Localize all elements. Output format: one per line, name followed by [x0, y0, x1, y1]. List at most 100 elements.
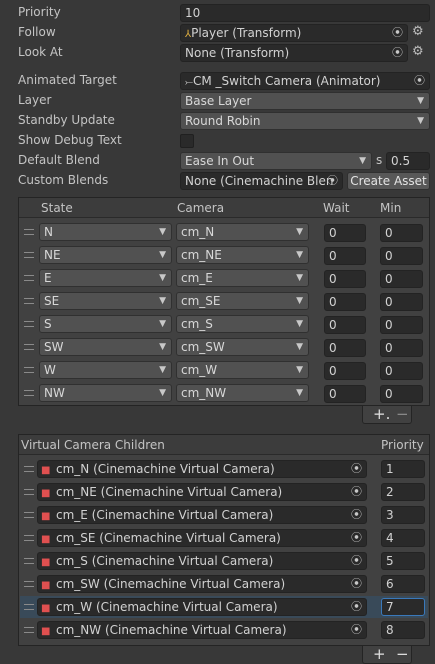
wait-field[interactable]: 0 [324, 270, 366, 288]
custom-blends-field[interactable]: None (Cinemachine Blen ⦿ [180, 172, 343, 190]
object-picker-icon[interactable]: ⦿ [350, 531, 363, 544]
object-picker-icon[interactable]: ⦿ [350, 485, 363, 498]
priority-field[interactable]: 8 [381, 621, 425, 639]
camera-dropdown[interactable]: cm_SW ▼ [176, 338, 309, 356]
virtual-camera-field[interactable]: ■ cm_SW (Cinemachine Virtual Camera) ⦿ [37, 575, 367, 593]
drag-handle-icon[interactable] [24, 321, 34, 327]
priority-field[interactable]: 7 [381, 598, 425, 616]
camera-dropdown[interactable]: cm_SE ▼ [176, 292, 309, 310]
min-field[interactable]: 0 [380, 247, 423, 265]
camera-dropdown[interactable]: cm_NE ▼ [176, 246, 309, 264]
virtual-camera-field[interactable]: ■ cm_N (Cinemachine Virtual Camera) ⦿ [37, 460, 367, 478]
layer-dropdown[interactable]: Base Layer ▼ [180, 92, 430, 110]
min-field[interactable]: 0 [380, 270, 423, 288]
min-field[interactable]: 0 [380, 293, 423, 311]
state-dropdown[interactable]: N ▼ [39, 223, 172, 241]
state-dropdown[interactable]: E ▼ [39, 269, 172, 287]
min-field[interactable]: 0 [380, 224, 423, 242]
wait-field[interactable]: 0 [324, 224, 366, 242]
state-dropdown[interactable]: S ▼ [39, 315, 172, 333]
state-dropdown[interactable]: NW ▼ [39, 384, 172, 402]
object-picker-icon[interactable]: ⦿ [326, 174, 339, 187]
virtual-camera-field[interactable]: ■ cm_E (Cinemachine Virtual Camera) ⦿ [37, 506, 367, 524]
priority-field[interactable]: 5 [381, 552, 425, 570]
child-row[interactable]: ■ cm_SW (Cinemachine Virtual Camera) ⦿ 6 [19, 575, 429, 595]
drag-handle-icon[interactable] [24, 466, 34, 472]
drag-handle-icon[interactable] [24, 489, 34, 495]
drag-handle-icon[interactable] [24, 298, 34, 304]
drag-handle-icon[interactable] [24, 512, 34, 518]
object-picker-icon[interactable]: ⦿ [350, 600, 363, 613]
default-blend-dropdown[interactable]: Ease In Out ▼ [180, 152, 372, 170]
object-picker-icon[interactable]: ⦿ [391, 46, 404, 59]
camera-dropdown[interactable]: cm_NW ▼ [176, 384, 309, 402]
drag-handle-icon[interactable] [24, 627, 34, 633]
min-field[interactable]: 0 [380, 385, 423, 403]
remove-state-button[interactable]: − [396, 406, 409, 422]
camera-dropdown[interactable]: cm_W ▼ [176, 361, 309, 379]
drag-handle-icon[interactable] [24, 390, 34, 396]
object-picker-icon[interactable]: ⦿ [350, 577, 363, 590]
camera-dropdown[interactable]: cm_S ▼ [176, 315, 309, 333]
child-row[interactable]: ■ cm_N (Cinemachine Virtual Camera) ⦿ 1 [19, 460, 429, 480]
virtual-camera-field[interactable]: ■ cm_SE (Cinemachine Virtual Camera) ⦿ [37, 529, 367, 547]
state-dropdown[interactable]: SE ▼ [39, 292, 172, 310]
gear-icon[interactable]: ⚙ [412, 44, 424, 59]
min-field[interactable]: 0 [380, 362, 423, 380]
child-row[interactable]: ■ cm_NE (Cinemachine Virtual Camera) ⦿ 2 [19, 483, 429, 503]
child-row[interactable]: ■ cm_SE (Cinemachine Virtual Camera) ⦿ 4 [19, 529, 429, 549]
state-dropdown[interactable]: SW ▼ [39, 338, 172, 356]
priority-field[interactable]: 3 [381, 506, 425, 524]
priority-field[interactable]: 6 [381, 575, 425, 593]
wait-field[interactable]: 0 [324, 362, 366, 380]
follow-field[interactable]: ⅄Player (Transform) ⦿ [180, 24, 408, 42]
priority-field[interactable]: 10 [180, 4, 430, 22]
virtual-camera-field[interactable]: ■ cm_S (Cinemachine Virtual Camera) ⦿ [37, 552, 367, 570]
wait-field[interactable]: 0 [324, 316, 366, 334]
drag-handle-icon[interactable] [24, 275, 34, 281]
wait-field[interactable]: 0 [324, 385, 366, 403]
add-state-button[interactable]: +. [373, 406, 390, 422]
drag-handle-icon[interactable] [24, 344, 34, 350]
priority-field[interactable]: 2 [381, 483, 425, 501]
drag-handle-icon[interactable] [24, 535, 34, 541]
drag-handle-icon[interactable] [24, 229, 34, 235]
object-picker-icon[interactable]: ⦿ [391, 26, 404, 39]
min-field[interactable]: 0 [380, 316, 423, 334]
child-row[interactable]: ■ cm_W (Cinemachine Virtual Camera) ⦿ 7 [19, 598, 429, 618]
child-row[interactable]: ■ cm_S (Cinemachine Virtual Camera) ⦿ 5 [19, 552, 429, 572]
wait-field[interactable]: 0 [324, 339, 366, 357]
virtual-camera-field[interactable]: ■ cm_NW (Cinemachine Virtual Camera) ⦿ [37, 621, 367, 639]
drag-handle-icon[interactable] [24, 252, 34, 258]
object-picker-icon[interactable]: ⦿ [413, 74, 426, 87]
object-picker-icon[interactable]: ⦿ [350, 508, 363, 521]
lookat-field[interactable]: None (Transform) ⦿ [180, 44, 408, 62]
child-row[interactable]: ■ cm_E (Cinemachine Virtual Camera) ⦿ 3 [19, 506, 429, 526]
drag-handle-icon[interactable] [24, 604, 34, 610]
wait-field[interactable]: 0 [324, 247, 366, 265]
blend-time-field[interactable]: 0.5 [386, 152, 430, 170]
child-row[interactable]: ■ cm_NW (Cinemachine Virtual Camera) ⦿ 8 [19, 621, 429, 641]
remove-child-button[interactable]: − [396, 646, 409, 662]
virtual-camera-field[interactable]: ■ cm_W (Cinemachine Virtual Camera) ⦿ [37, 598, 367, 616]
create-asset-button[interactable]: Create Asset [347, 172, 430, 190]
add-child-button[interactable]: + [373, 646, 386, 662]
object-picker-icon[interactable]: ⦿ [350, 462, 363, 475]
object-picker-icon[interactable]: ⦿ [350, 554, 363, 567]
object-picker-icon[interactable]: ⦿ [350, 623, 363, 636]
debug-checkbox[interactable] [180, 134, 194, 148]
state-dropdown[interactable]: W ▼ [39, 361, 172, 379]
drag-handle-icon[interactable] [24, 558, 34, 564]
wait-field[interactable]: 0 [324, 293, 366, 311]
camera-dropdown[interactable]: cm_E ▼ [176, 269, 309, 287]
animated-target-field[interactable]: ⤚CM _Switch Camera (Animator) ⦿ [180, 72, 430, 90]
state-dropdown[interactable]: NE ▼ [39, 246, 172, 264]
drag-handle-icon[interactable] [24, 581, 34, 587]
min-field[interactable]: 0 [380, 339, 423, 357]
drag-handle-icon[interactable] [24, 367, 34, 373]
priority-field[interactable]: 4 [381, 529, 425, 547]
virtual-camera-field[interactable]: ■ cm_NE (Cinemachine Virtual Camera) ⦿ [37, 483, 367, 501]
gear-icon[interactable]: ⚙ [412, 24, 424, 39]
standby-dropdown[interactable]: Round Robin ▼ [180, 112, 430, 130]
camera-dropdown[interactable]: cm_N ▼ [176, 223, 309, 241]
